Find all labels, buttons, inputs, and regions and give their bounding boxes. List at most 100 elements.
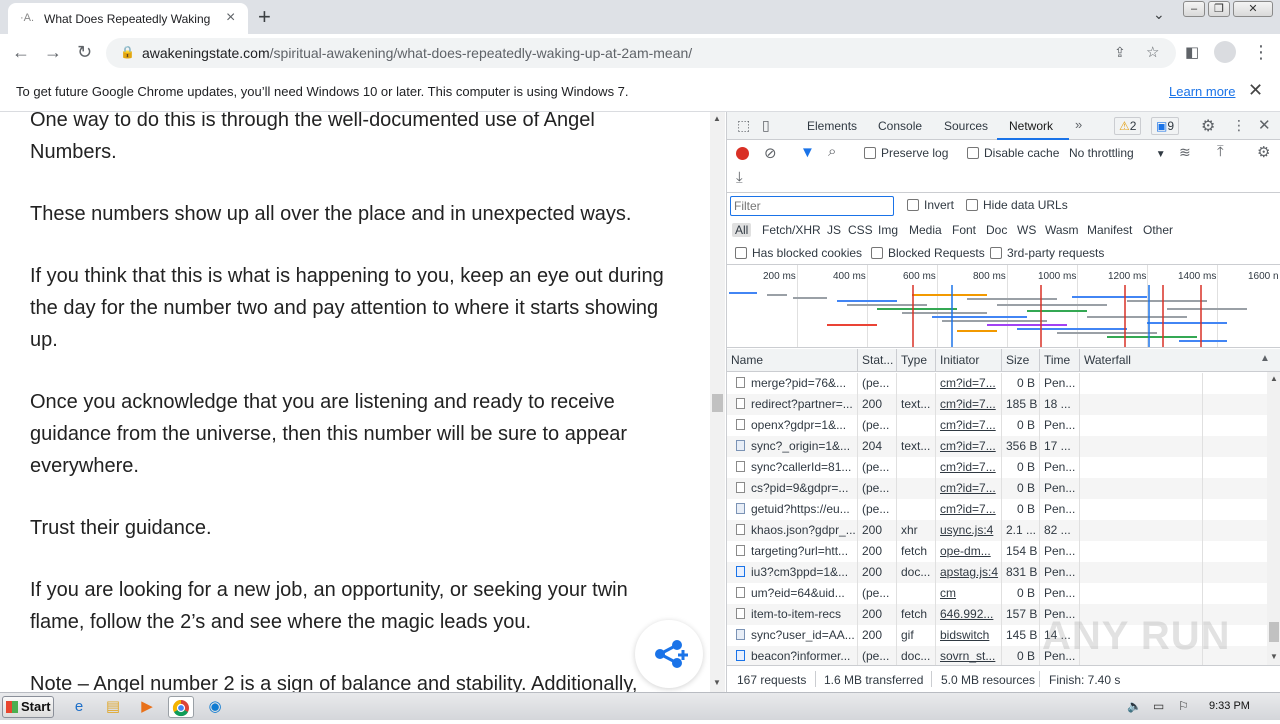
share-button[interactable] <box>635 620 703 688</box>
table-row[interactable]: khaos.json?gdpr_... 200 xhr usync.js:4 2.1 .… <box>727 520 1267 541</box>
table-row[interactable]: sync?callerId=81... (pe... cm?id=7... 0 B Pe… <box>727 457 1267 478</box>
scroll-down-arrow-icon[interactable]: ▼ <box>713 678 721 687</box>
cell-initiator[interactable]: cm?id=7... <box>936 499 1002 520</box>
bookmark-star-icon[interactable]: ☆ <box>1146 43 1159 61</box>
table-row[interactable]: sync?_origin=1&... 204 text... cm?id=7... 35… <box>727 436 1267 457</box>
type-filter-all[interactable]: All <box>732 223 752 237</box>
start-button[interactable]: Start <box>2 696 54 718</box>
table-row[interactable]: iu3?cm3ppd=1&... 200 doc... apstag.js:4 831 … <box>727 562 1267 583</box>
volume-icon[interactable]: 🔈 <box>1127 699 1142 713</box>
column-header-status[interactable]: Stat... <box>858 349 897 371</box>
share-page-icon[interactable]: ⇪ <box>1114 44 1126 61</box>
devtools-close-icon[interactable]: ✕ <box>1258 116 1271 134</box>
cell-initiator[interactable]: ope-dm... <box>936 541 1002 562</box>
more-tabs-chevron-icon[interactable]: » <box>1075 117 1082 132</box>
cell-initiator[interactable]: bidswitch <box>936 625 1002 646</box>
search-icon[interactable]: ⌕ <box>828 143 836 160</box>
minimize-window-button[interactable]: – <box>1183 1 1205 17</box>
timeline-overview[interactable]: 200 ms 400 ms 600 ms 800 ms 1000 ms 1200… <box>727 264 1280 348</box>
type-filter-img[interactable]: Img <box>878 223 898 237</box>
table-scrollbar[interactable]: ▲ ▼ <box>1267 372 1280 665</box>
table-row[interactable]: cs?pid=9&gdpr=... (pe... cm?id=7... 0 B Pen.… <box>727 478 1267 499</box>
chrome-taskbar-icon[interactable] <box>168 696 194 718</box>
type-filter-doc[interactable]: Doc <box>986 223 1007 237</box>
filter-input[interactable] <box>731 197 891 215</box>
column-header-name[interactable]: Name <box>727 349 858 371</box>
cell-initiator[interactable]: sovrn_st... <box>936 646 1002 667</box>
type-filter-js[interactable]: JS <box>827 223 841 237</box>
table-row[interactable]: openx?gdpr=1&... (pe... cm?id=7... 0 B Pen..… <box>727 415 1267 436</box>
taskbar-clock[interactable]: 9:33 PM <box>1209 700 1250 712</box>
devtools-menu-icon[interactable]: ⋮ <box>1232 117 1246 134</box>
third-party-checkbox[interactable]: 3rd-party requests <box>990 246 1104 260</box>
network-conditions-icon[interactable]: ≋ <box>1179 144 1191 161</box>
preserve-log-checkbox[interactable]: Preserve log <box>864 146 948 160</box>
page-scrollbar[interactable]: ▲ ▼ <box>710 112 725 692</box>
type-filter-fetch-xhr[interactable]: Fetch/XHR <box>762 223 821 237</box>
scroll-up-arrow-icon[interactable]: ▲ <box>713 114 721 123</box>
table-row[interactable]: getuid?https://eu... (pe... cm?id=7... 0 BP… <box>727 499 1267 520</box>
cell-initiator[interactable]: apstag.js:4 <box>936 562 1002 583</box>
settings-gear-icon[interactable]: ⚙ <box>1201 116 1215 136</box>
column-header-size[interactable]: Size <box>1002 349 1040 371</box>
warnings-counter[interactable]: ⚠2 <box>1114 117 1142 135</box>
cell-initiator[interactable]: cm?id=7... <box>936 436 1002 457</box>
invert-box[interactable] <box>907 199 919 211</box>
cell-initiator[interactable]: cm?id=7... <box>936 457 1002 478</box>
column-header-initiator[interactable]: Initiator <box>936 349 1002 371</box>
url-text[interactable]: awakeningstate.com/spiritual-awakening/w… <box>142 45 692 61</box>
forward-arrow-icon[interactable]: → <box>44 42 62 63</box>
file-explorer-icon[interactable]: ▤ <box>100 696 126 718</box>
hide-data-urls-checkbox[interactable]: Hide data URLs <box>966 198 1068 212</box>
type-filter-css[interactable]: CSS <box>848 223 873 237</box>
cell-initiator[interactable]: cm?id=7... <box>936 394 1002 415</box>
tab-close-icon[interactable]: × <box>226 9 235 27</box>
column-header-waterfall[interactable]: Waterfall <box>1080 349 1280 371</box>
table-scroll-down-icon[interactable]: ▼ <box>1270 652 1278 661</box>
throttling-select[interactable]: No throttling ▼ <box>1069 146 1166 160</box>
disable-cache-checkbox[interactable]: Disable cache <box>967 146 1059 160</box>
preserve-log-box[interactable] <box>864 147 876 159</box>
learn-more-link[interactable]: Learn more <box>1169 84 1235 99</box>
restore-window-button[interactable]: ❐ <box>1208 1 1230 17</box>
page-scroll-thumb[interactable] <box>712 394 723 412</box>
cell-initiator[interactable]: cm?id=7... <box>936 415 1002 436</box>
media-player-icon[interactable]: ▶ <box>134 696 160 718</box>
has-blocked-cookies-checkbox[interactable]: Has blocked cookies <box>735 246 862 260</box>
back-arrow-icon[interactable]: ← <box>12 42 30 63</box>
column-header-type[interactable]: Type <box>897 349 936 371</box>
filter-funnel-icon[interactable]: ▼ <box>800 144 815 161</box>
import-har-icon[interactable]: ⤒ <box>1217 143 1224 160</box>
table-row[interactable]: targeting?url=htt... 200 fetch ope-dm... 154… <box>727 541 1267 562</box>
reload-icon[interactable]: ↻ <box>77 42 92 63</box>
tab-network[interactable]: Network <box>1009 119 1053 133</box>
profile-avatar-icon[interactable] <box>1214 41 1236 63</box>
table-scroll-up-icon[interactable]: ▲ <box>1270 374 1278 383</box>
infobar-close-icon[interactable]: ✕ <box>1248 80 1263 101</box>
table-scroll-thumb[interactable] <box>1269 622 1279 642</box>
third-party-box[interactable] <box>990 247 1002 259</box>
blocked-requests-box[interactable] <box>871 247 883 259</box>
type-filter-wasm[interactable]: Wasm <box>1045 223 1079 237</box>
address-bar[interactable]: 🔒 awakeningstate.com/spiritual-awakening… <box>106 38 1176 68</box>
invert-checkbox[interactable]: Invert <box>907 198 954 212</box>
hide-data-urls-box[interactable] <box>966 199 978 211</box>
cell-initiator[interactable]: usync.js:4 <box>936 520 1002 541</box>
cell-initiator[interactable]: cm?id=7... <box>936 373 1002 394</box>
type-filter-media[interactable]: Media <box>909 223 942 237</box>
table-row[interactable]: redirect?partner=... 200 text... cm?id=7...… <box>727 394 1267 415</box>
export-har-icon[interactable]: ⤓ <box>736 169 743 186</box>
close-window-button[interactable]: ✕ <box>1233 1 1273 17</box>
table-row[interactable]: um?eid=64&uid... (pe... cm 0 B Pen... <box>727 583 1267 604</box>
disable-cache-box[interactable] <box>967 147 979 159</box>
network-tray-icon[interactable]: ▭ <box>1153 699 1164 713</box>
type-filter-manifest[interactable]: Manifest <box>1087 223 1132 237</box>
column-header-time[interactable]: Time <box>1040 349 1080 371</box>
record-icon[interactable] <box>736 147 749 160</box>
network-settings-icon[interactable]: ⚙ <box>1257 143 1270 161</box>
tab-search-chevron-icon[interactable]: ⌄ <box>1153 6 1165 23</box>
blocked-requests-checkbox[interactable]: Blocked Requests <box>871 246 985 260</box>
has-blocked-cookies-box[interactable] <box>735 247 747 259</box>
clear-icon[interactable]: ⊘ <box>764 144 777 162</box>
sort-ascending-icon[interactable]: ▲ <box>1260 353 1270 364</box>
